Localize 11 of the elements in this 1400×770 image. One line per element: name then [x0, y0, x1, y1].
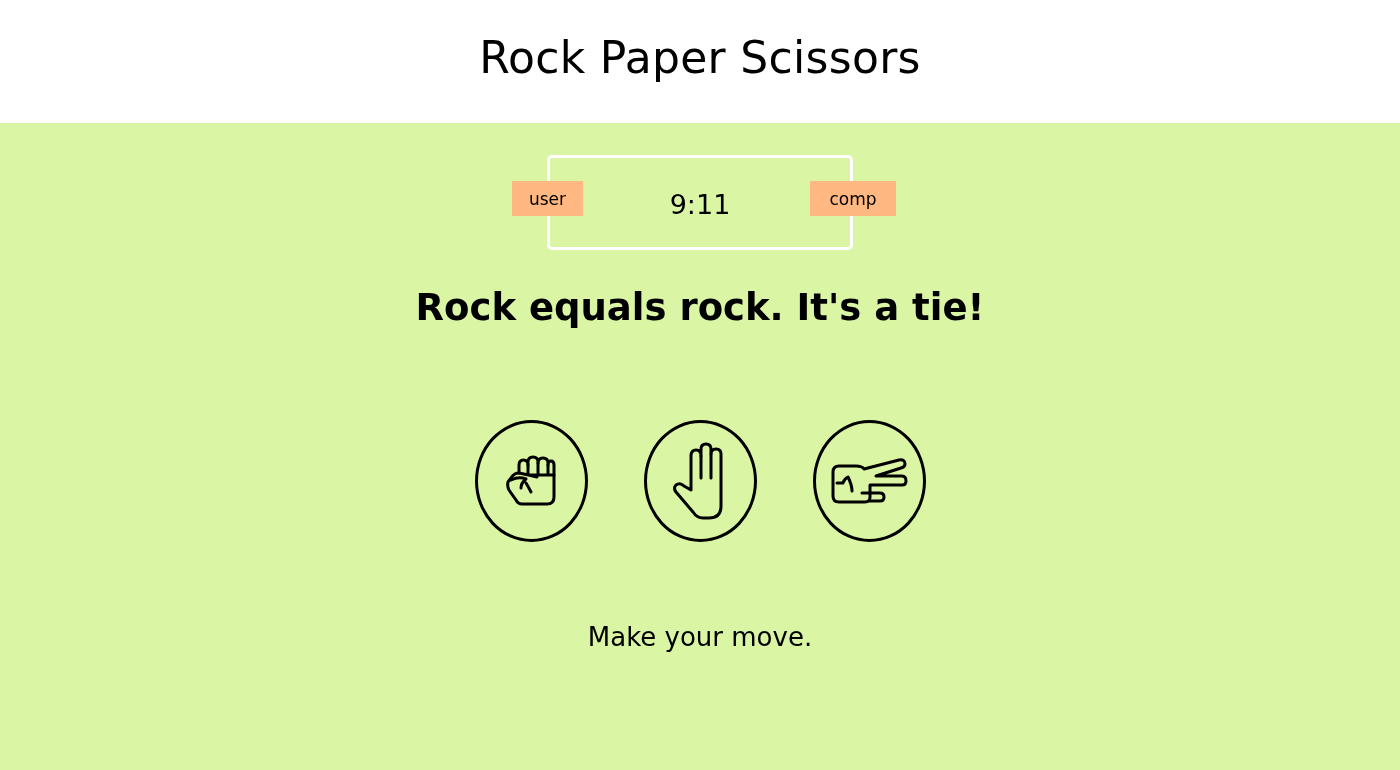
fist-button[interactable] [474, 420, 588, 543]
prompt-text: Make your move. [587, 622, 813, 654]
two-finger-hand-button[interactable] [812, 420, 926, 543]
score-text: 9:11 [669, 189, 731, 220]
page-title: Rock Paper Scissors [479, 32, 921, 83]
open-hand-button[interactable] [643, 420, 757, 543]
result-message: Rock equals rock. It's a tie! [415, 286, 985, 331]
fist-icon [505, 455, 557, 508]
two-finger-hand-icon [830, 457, 908, 506]
computer-tag: comp [810, 181, 896, 216]
user-tag: user [512, 181, 583, 216]
